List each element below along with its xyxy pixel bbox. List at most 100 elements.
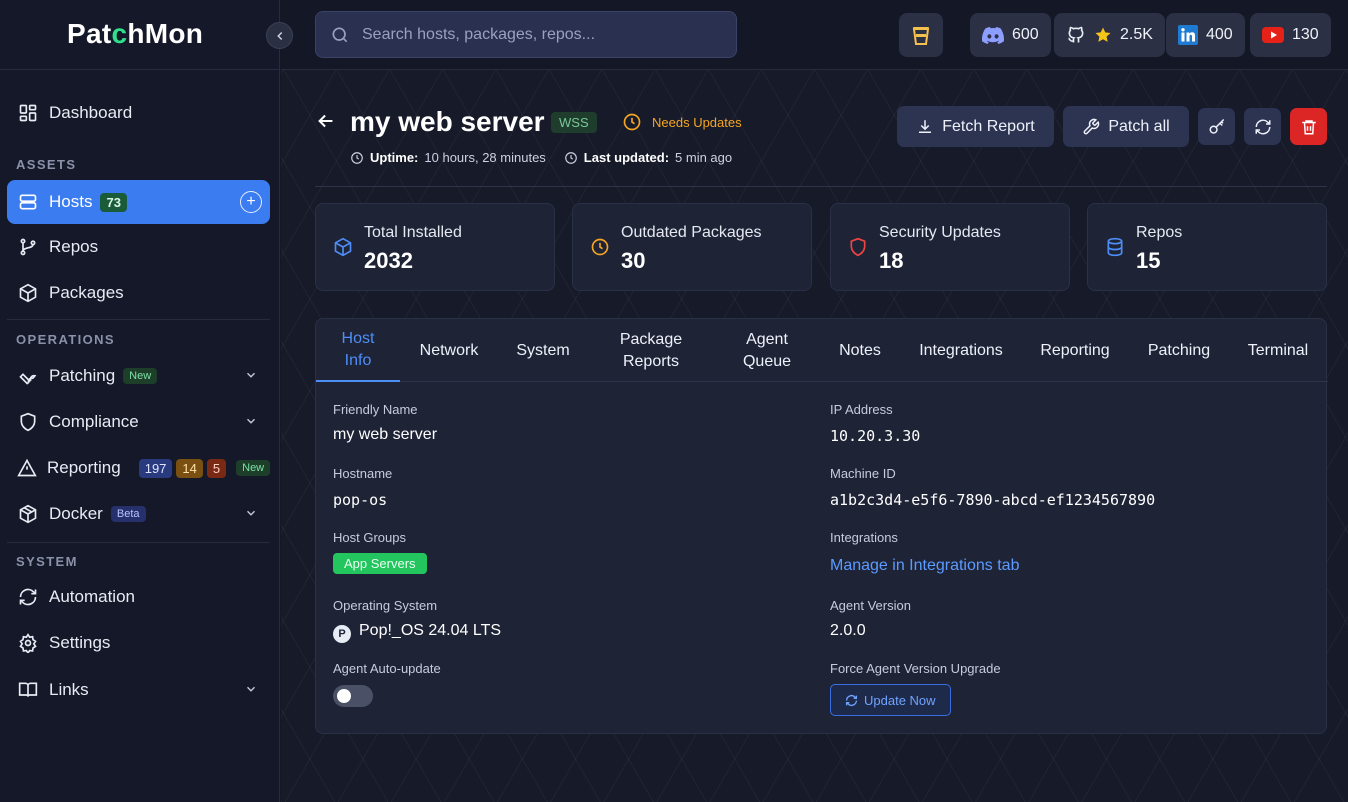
tab-terminal[interactable]: Terminal — [1230, 319, 1326, 382]
section-label-operations: OPERATIONS — [16, 332, 115, 347]
status-badge: Needs Updates — [622, 112, 742, 132]
star-icon — [1095, 27, 1111, 42]
chevron-down-icon[interactable] — [244, 505, 258, 525]
discord-link[interactable]: 600 — [970, 13, 1051, 57]
ip-label: IP Address — [830, 402, 893, 417]
sidebar-item-patching[interactable]: Patching New — [7, 354, 270, 398]
sidebar-item-reporting[interactable]: Reporting 197 14 5 New — [7, 446, 271, 490]
github-link[interactable]: 2.5K — [1054, 13, 1165, 57]
friendly-name-value[interactable]: my web server — [333, 426, 437, 444]
chevron-down-icon[interactable] — [244, 413, 258, 433]
uptime: Uptime: 10 hours, 28 minutes — [350, 150, 546, 165]
stat-label: Outdated Packages — [621, 224, 762, 241]
refresh-icon — [1255, 119, 1270, 134]
hosts-count-badge: 73 — [100, 192, 127, 212]
sidebar-divider — [7, 542, 270, 543]
new-badge: New — [123, 368, 158, 384]
sidebar-item-label: Links — [49, 680, 89, 699]
sidebar-item-dashboard[interactable]: Dashboard — [7, 91, 270, 135]
chevron-down-icon[interactable] — [244, 681, 258, 701]
sidebar-item-automation[interactable]: Automation — [7, 575, 270, 619]
dashboard-icon — [17, 102, 39, 124]
sidebar-item-links[interactable]: Links — [7, 668, 270, 712]
reporting-count-badge: 197 — [138, 458, 173, 478]
chevron-down-icon[interactable] — [244, 367, 258, 387]
stat-label: Repos — [1136, 224, 1183, 241]
reporting-count-badge: 14 — [176, 458, 203, 478]
shield-icon — [848, 237, 868, 262]
wrench-icon — [17, 365, 39, 387]
integrations-label: Integrations — [830, 530, 898, 545]
search-input[interactable] — [362, 25, 702, 44]
sidebar-divider — [7, 319, 270, 320]
back-button[interactable] — [315, 110, 337, 137]
tab-network[interactable]: Network — [400, 319, 498, 382]
stat-card-total-installed[interactable]: Total Installed 2032 — [315, 203, 555, 291]
download-icon — [919, 119, 932, 133]
sidebar-item-repos[interactable]: Repos — [7, 225, 270, 269]
container-icon — [17, 503, 39, 525]
tab-host-info[interactable]: Host Info — [316, 319, 400, 382]
tab-notes[interactable]: Notes — [820, 319, 900, 382]
reporting-count-badge: 5 — [206, 458, 227, 478]
stat-card-repos[interactable]: Repos 15 — [1087, 203, 1327, 291]
linkedin-link[interactable]: 400 — [1166, 13, 1245, 57]
collapse-sidebar-button[interactable] — [266, 22, 293, 49]
last-updated: Last updated: 5 min ago — [564, 150, 732, 165]
stat-value: 18 — [879, 248, 904, 273]
search-bar[interactable] — [315, 11, 737, 58]
tab-patching[interactable]: Patching — [1128, 319, 1230, 382]
status-text: Needs Updates — [652, 114, 742, 130]
refresh-icon — [845, 694, 858, 706]
agent-version-value: 2.0.0 — [830, 622, 866, 639]
clock-icon — [623, 113, 641, 131]
gear-icon — [17, 632, 39, 654]
patch-all-button[interactable]: Patch all — [1063, 106, 1189, 147]
connection-badge: WSS — [551, 112, 597, 133]
app-logo[interactable]: PatchMon — [67, 18, 203, 50]
tab-agent-queue[interactable]: Agent Queue — [714, 319, 820, 382]
sidebar-item-docker[interactable]: Docker Beta — [7, 492, 270, 536]
fetch-report-button[interactable]: Fetch Report — [897, 106, 1054, 147]
host-group-chip[interactable]: App Servers — [333, 553, 427, 574]
stat-label: Total Installed — [364, 224, 462, 241]
sidebar-item-label: Dashboard — [49, 103, 133, 122]
stat-card-security-updates[interactable]: Security Updates 18 — [830, 203, 1070, 291]
tab-integrations[interactable]: Integrations — [900, 319, 1022, 382]
new-badge: New — [236, 460, 271, 476]
add-host-icon[interactable]: + — [240, 191, 262, 213]
stat-card-outdated-packages[interactable]: Outdated Packages 30 — [572, 203, 812, 291]
tab-package-reports[interactable]: Package Reports — [588, 319, 714, 382]
youtube-count: 130 — [1292, 26, 1319, 43]
credentials-button[interactable] — [1198, 108, 1235, 145]
stat-value: 15 — [1136, 248, 1161, 273]
host-meta: Uptime: 10 hours, 28 minutes Last updated… — [350, 150, 732, 165]
linkedin-count: 400 — [1206, 26, 1233, 43]
package-icon — [333, 237, 353, 262]
logo-row: PatchMon — [0, 0, 280, 70]
update-now-button[interactable]: Update Now — [830, 684, 951, 716]
discord-count: 600 — [1012, 26, 1039, 43]
key-icon — [1209, 118, 1224, 134]
sidebar-item-hosts[interactable]: Hosts 73 + — [7, 180, 270, 224]
host-groups-label: Host Groups — [333, 530, 406, 545]
linkedin-icon — [1178, 25, 1198, 45]
coffee-button[interactable] — [899, 13, 943, 57]
tab-reporting[interactable]: Reporting — [1022, 319, 1128, 382]
book-icon — [17, 679, 39, 701]
sidebar-item-label: Automation — [49, 587, 135, 606]
sidebar-item-settings[interactable]: Settings — [7, 621, 270, 665]
hostname-label: Hostname — [333, 466, 393, 481]
tab-system[interactable]: System — [498, 319, 588, 382]
auto-update-toggle[interactable] — [333, 685, 373, 707]
github-stars-count: 2.5K — [1120, 26, 1153, 43]
sidebar-item-packages[interactable]: Packages — [7, 271, 270, 315]
refresh-button[interactable] — [1244, 108, 1281, 145]
sidebar-item-label: Hosts — [49, 192, 93, 211]
pop-os-icon: P — [333, 625, 351, 643]
sidebar-item-compliance[interactable]: Compliance — [7, 400, 270, 444]
manage-integrations-link[interactable]: Manage in Integrations tab — [830, 557, 1019, 575]
delete-host-button[interactable] — [1290, 108, 1327, 145]
sidebar: PatchMon Dashboard ASSETS Hosts 73 + Rep… — [0, 0, 280, 802]
youtube-link[interactable]: 130 — [1250, 13, 1331, 57]
